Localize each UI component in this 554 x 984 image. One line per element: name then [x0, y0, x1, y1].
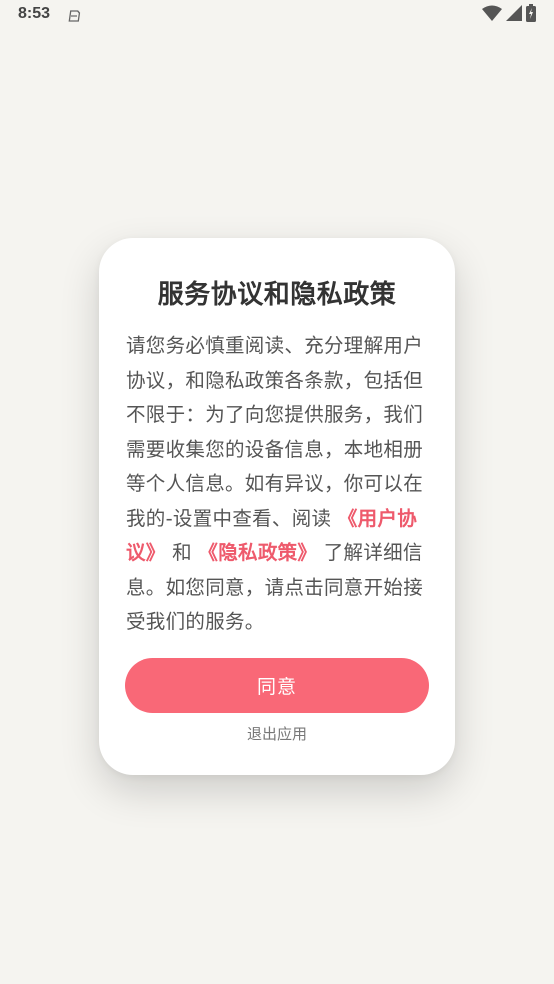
battery-icon: [526, 4, 536, 26]
dialog-title: 服务协议和隐私政策: [157, 280, 397, 310]
dialog-body: 请您务必慎重阅读、充分理解用户协议，和隐私政策各条款，包括但不限于：为了向您提供…: [126, 329, 424, 640]
exit-app-button[interactable]: 退出应用: [99, 723, 455, 744]
conjunction-text: 和: [172, 541, 192, 564]
privacy-dialog: 服务协议和隐私政策 请您务必慎重阅读、充分理解用户协议，和隐私政策各条款，包括但…: [99, 238, 455, 775]
status-bar: 8:53: [0, 0, 554, 32]
signal-icon: [506, 5, 522, 25]
agree-button[interactable]: 同意: [125, 658, 429, 713]
body-text-part1: 请您务必慎重阅读、充分理解用户协议，和隐私政策各条款，包括但不限于：为了向您提供…: [126, 334, 424, 530]
privacy-policy-link[interactable]: 《隐私政策》: [198, 541, 317, 564]
status-icons: [482, 4, 536, 26]
status-time: 8:53: [18, 5, 51, 22]
wifi-icon: [482, 5, 502, 25]
notification-icon: [67, 8, 81, 22]
